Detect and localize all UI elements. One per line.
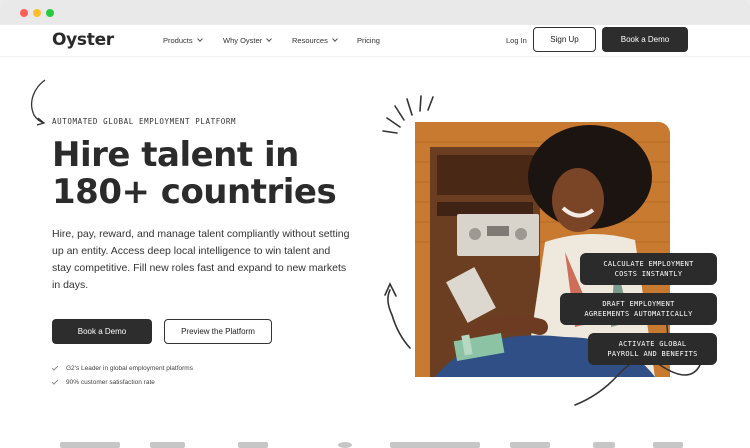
browser-window: Oyster Products Why Oyster Resources Pri… [0,0,750,448]
chevron-down-icon [266,36,273,42]
oyster-logo[interactable]: Oyster [52,30,114,50]
check-text: 90% customer satisfaction rate [66,378,155,386]
customer-logos-strip [0,438,750,448]
check-icon [51,363,59,371]
customer-logo [510,442,550,448]
nav-item-label: Why Oyster [223,36,263,45]
nav-item-pricing[interactable]: Pricing [357,36,380,45]
feature-pill-calculate-costs: CALCULATE EMPLOYMENT COSTS INSTANTLY [580,253,717,285]
check-icon [51,377,59,385]
customer-logo [593,442,615,448]
list-item: G2's Leader in global employment platfor… [51,361,193,375]
customer-logo [390,442,480,448]
headline-line-2: 180+ countries [52,172,337,212]
pill-line: CALCULATE EMPLOYMENT [603,260,694,268]
nav-item-label: Products [163,36,193,45]
nav-item-products[interactable]: Products [163,36,203,45]
headline-bold-word: Hire [52,135,130,175]
top-navigation: Oyster Products Why Oyster Resources Pri… [0,25,750,57]
pill-line: AGREEMENTS AUTOMATICALLY [584,310,693,318]
nav-item-label: Resources [292,36,328,45]
minimize-window-button[interactable] [33,9,41,17]
pill-line: ACTIVATE GLOBAL [618,340,687,348]
customer-logo [653,442,683,448]
pill-line: DRAFT EMPLOYMENT [602,300,675,308]
preview-platform-button[interactable]: Preview the Platform [164,319,272,344]
pill-line: COSTS INSTANTLY [614,270,683,278]
hero-headline: Hire talent in 180+ countries [52,135,337,212]
check-text: G2's Leader in global employment platfor… [66,364,193,372]
nav-item-why-oyster[interactable]: Why Oyster [223,36,273,45]
book-demo-nav-button[interactable]: Book a Demo [602,27,688,52]
customer-logo [238,442,268,448]
hero-subtext: Hire, pay, reward, and manage talent com… [52,228,350,291]
window-titlebar [0,0,750,25]
nav-item-label: Pricing [357,36,380,45]
signup-button[interactable]: Sign Up [533,27,596,52]
chevron-down-icon [332,36,338,42]
customer-logo [60,442,120,448]
feature-pill-activate-payroll: ACTIVATE GLOBAL PAYROLL AND BENEFITS [588,333,717,365]
trust-checklist: G2's Leader in global employment platfor… [51,361,193,389]
maximize-window-button[interactable] [46,9,54,17]
customer-logo [150,442,185,448]
pill-line: PAYROLL AND BENEFITS [607,350,698,358]
chevron-down-icon [196,36,203,42]
headline-line-1: talent in [129,135,299,175]
list-item: 90% customer satisfaction rate [51,375,193,389]
close-window-button[interactable] [20,9,28,17]
feature-pill-draft-agreements: DRAFT EMPLOYMENT AGREEMENTS AUTOMATICALL… [560,293,717,325]
book-demo-button[interactable]: Book a Demo [52,319,152,344]
curved-arrow-icon [30,79,46,126]
login-link[interactable]: Log In [506,36,527,45]
nav-item-resources[interactable]: Resources [292,36,338,45]
hero-eyebrow: AUTOMATED GLOBAL EMPLOYMENT PLATFORM [52,117,237,126]
customer-logo [338,442,352,448]
